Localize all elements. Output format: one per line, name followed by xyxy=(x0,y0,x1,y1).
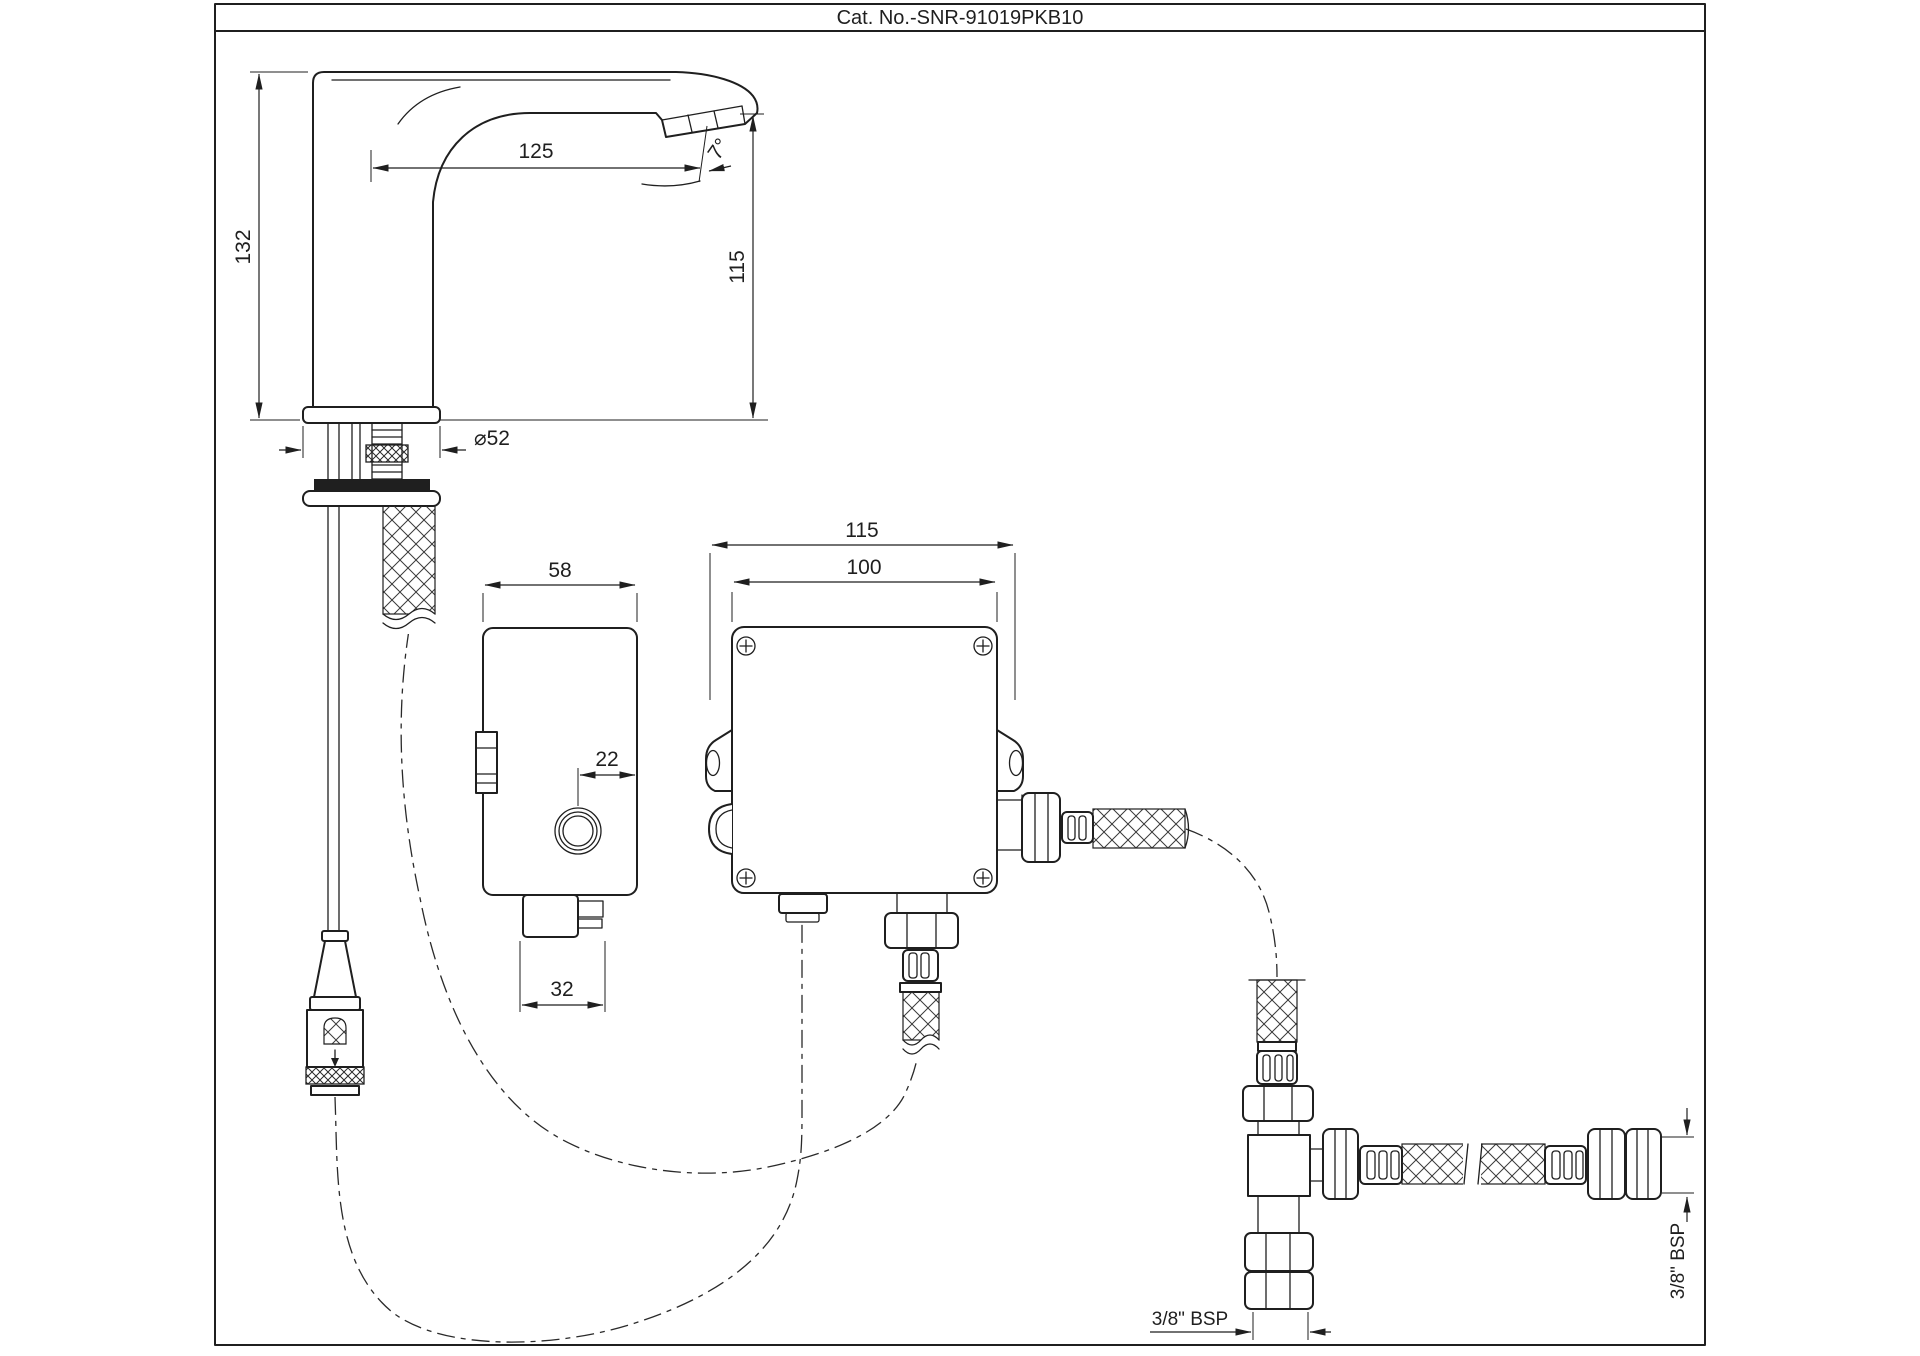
mounting-washer xyxy=(303,491,440,506)
faucet-body-outline xyxy=(313,72,758,407)
faucet-supply-hose xyxy=(383,506,435,634)
control-box-right-outlet xyxy=(997,793,1189,862)
tee-top-nut xyxy=(1243,1086,1313,1121)
plug-window xyxy=(324,1018,346,1044)
dim-base-diameter: ⌀52 xyxy=(474,427,510,450)
plug-knurled-ring xyxy=(306,1067,364,1084)
faucet-base-flange xyxy=(303,407,440,423)
installation-drawing: Cat. No.-SNR-91019PKB10 xyxy=(0,0,1920,1356)
tee-connector-assembly xyxy=(1243,980,1661,1309)
dim-thread-side: 3/8" BSP xyxy=(1668,1223,1689,1299)
dim-connector-width: 32 xyxy=(550,978,573,1001)
sensor-plug xyxy=(306,931,364,1095)
dim-thread-bottom: 3/8" BSP xyxy=(1152,1309,1228,1330)
dim-faucet-height: 132 xyxy=(232,229,255,264)
dim-box-overall-width: 115 xyxy=(845,519,878,542)
dim-box-width: 100 xyxy=(846,556,881,579)
tee-bottom-nut-1 xyxy=(1245,1233,1313,1271)
control-box-side-bump xyxy=(709,804,732,854)
faucet-mounting-hardware xyxy=(303,423,440,931)
inlet-hose-vertical xyxy=(1257,980,1297,1042)
dim-outlet-height: 115 xyxy=(726,250,749,283)
dim-spout-reach: 125 xyxy=(518,140,553,163)
power-box-connector xyxy=(523,895,603,937)
technical-drawing-page: Cat. No.-SNR-91019PKB10 xyxy=(0,0,1920,1356)
power-box xyxy=(476,628,637,937)
drawing-title: Cat. No.-SNR-91019PKB10 xyxy=(837,7,1084,29)
tee-bottom-nut-2 xyxy=(1245,1272,1313,1309)
hose-break-symbol xyxy=(1463,1142,1482,1186)
control-box-sensor-socket xyxy=(779,894,827,922)
inlet-routing-line xyxy=(1186,829,1277,977)
dim-small-box-width: 58 xyxy=(548,559,571,582)
dim-button-offset: 22 xyxy=(595,748,618,771)
rubber-gasket xyxy=(314,479,430,491)
hose-end-nut-2 xyxy=(1626,1129,1661,1199)
hose-end-nut-1 xyxy=(1588,1129,1625,1199)
tee-body xyxy=(1248,1135,1310,1196)
mounting-nut xyxy=(366,445,408,462)
control-box xyxy=(706,627,1189,1060)
control-box-bottom-outlet xyxy=(885,893,958,1060)
power-box-side-clip xyxy=(476,732,497,793)
control-box-body xyxy=(732,627,997,893)
tee-side-nut xyxy=(1323,1129,1358,1199)
dim-spout-angle: 7° xyxy=(703,134,733,164)
